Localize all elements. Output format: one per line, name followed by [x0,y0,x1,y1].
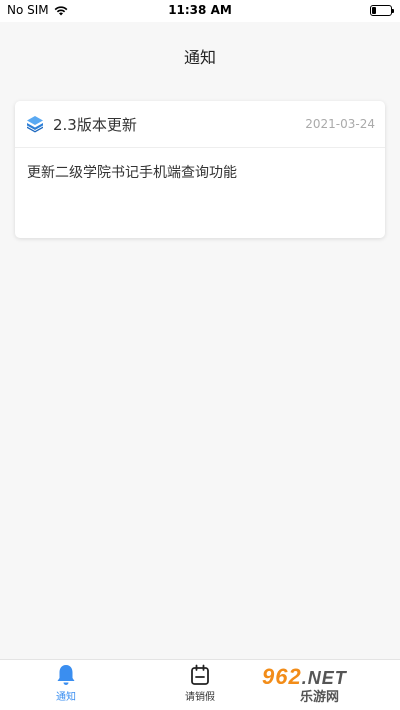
tab-leave-label: 请销假 [185,692,215,703]
status-time: 11:38 AM [168,3,232,17]
tab-leave[interactable]: 请销假 [170,664,230,703]
status-bar: No SIM 11:38 AM [0,0,400,22]
battery-icon [370,5,394,16]
bell-icon [57,665,75,685]
notice-title: 2.3版本更新 [53,115,137,134]
notice-date: 2021-03-24 [305,117,375,131]
layers-icon [27,116,43,133]
watermark-subtitle: 乐游网 [300,689,340,704]
notice-card-header: 2.3版本更新 2021-03-24 [15,101,385,148]
calendar-icon [191,664,209,685]
watermark-number: 962 [262,664,302,689]
notice-card[interactable]: 2.3版本更新 2021-03-24 更新二级学院书记手机端查询功能 [15,101,385,238]
watermark-suffix: .NET [301,668,347,688]
page-title: 通知 [183,48,216,67]
watermark-logo: 962.NET 乐游网 [262,664,398,708]
notice-content: 更新二级学院书记手机端查询功能 [27,165,237,181]
nav-bar: 通知 [0,22,400,88]
tab-notice[interactable]: 通知 [36,664,96,703]
tab-notice-label: 通知 [56,692,76,703]
